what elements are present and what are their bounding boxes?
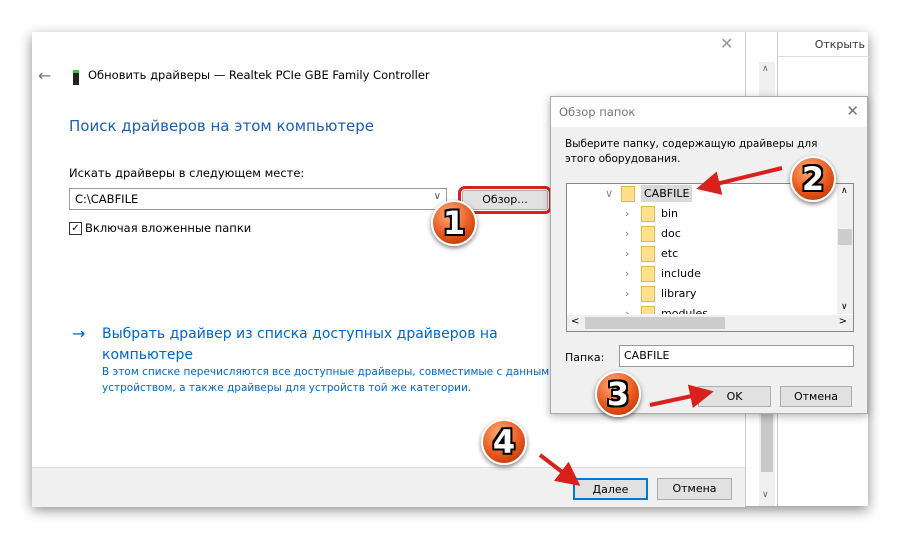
arrow-3 [649,384,714,409]
annotation-arrows [538,166,783,486]
step-badge-4: 4 [481,419,527,465]
arrow-4 [538,453,581,486]
step-badge-1: 1 [431,200,477,246]
step-badge-2: 2 [790,156,836,202]
arrow-2 [696,166,783,195]
step-badge-3: 3 [595,371,641,417]
